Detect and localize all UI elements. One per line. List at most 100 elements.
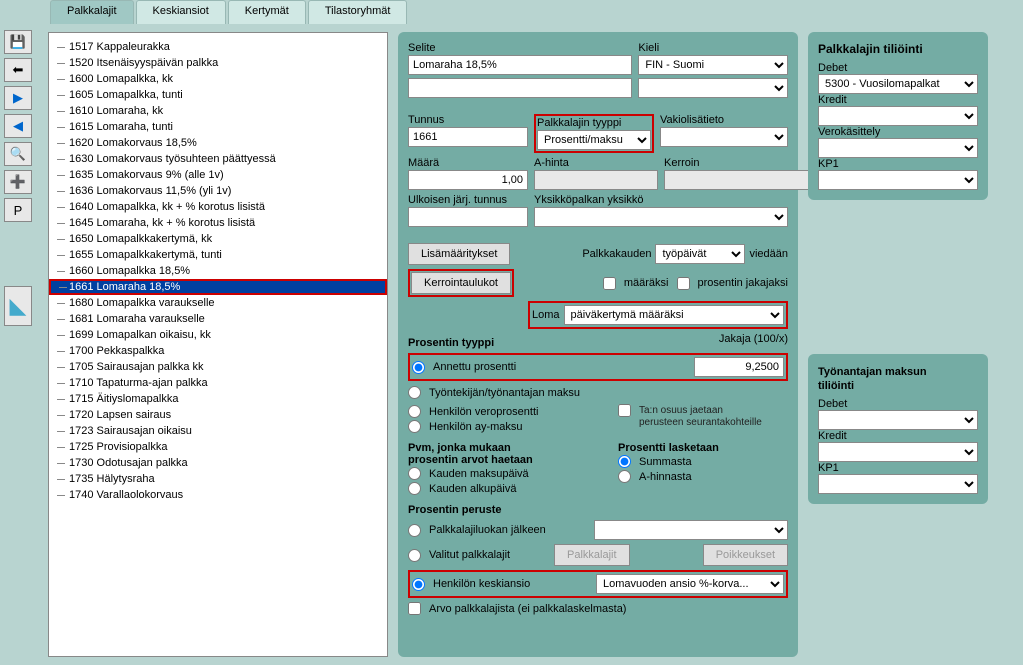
tree-item[interactable]: 1705 Sairausajan palkka kk [49, 359, 387, 375]
p-button[interactable]: P [4, 198, 32, 222]
back-button[interactable]: ⬅ [4, 58, 32, 82]
right-panel: Palkkalajin tiliöinti Debet 5300 - Vuosi… [808, 32, 988, 657]
tab-keskiansiot[interactable]: Keskiansiot [136, 0, 226, 24]
debet2-select[interactable] [818, 410, 978, 430]
tree-item[interactable]: 1740 Varallaolokorvaus [49, 487, 387, 503]
kmaksu-radio[interactable]: Kauden maksupäivä [408, 466, 612, 481]
tree-item[interactable]: 1635 Lomakorvaus 9% (alle 1v) [49, 167, 387, 183]
tree-item[interactable]: 1620 Lomakorvaus 18,5% [49, 135, 387, 151]
tunnus-input[interactable] [408, 127, 528, 147]
tree-item[interactable]: 1720 Lapsen sairaus [49, 407, 387, 423]
tree-item[interactable]: 1636 Lomakorvaus 11,5% (yli 1v) [49, 183, 387, 199]
jakaja-label: Jakaja (100/x) [719, 333, 788, 345]
forward-button[interactable]: ▶ [4, 86, 32, 110]
valitut-radio[interactable]: Valitut palkkalajit [408, 548, 548, 563]
palkkakauden-label: Palkkakauden [582, 248, 651, 260]
lisamaaritykset-button[interactable]: Lisämääritykset [408, 243, 510, 265]
taosuus-check[interactable]: Ta:n osuus jaetaan perusteen seurantakoh… [618, 404, 788, 428]
kerrointaulukot-button[interactable]: Kerrointaulukot [411, 272, 511, 294]
left-toolbar: 💾 ⬅ ▶ ◀ 🔍 ➕ P ◣ [0, 0, 40, 665]
selite-label: Selite [408, 42, 632, 54]
maara-label: Määrä [408, 157, 528, 169]
tree-item[interactable]: 1735 Hälytysraha [49, 471, 387, 487]
plkluokan-select[interactable] [594, 520, 788, 540]
tree-item[interactable]: 1715 Äitiyslomapalkka [49, 391, 387, 407]
verok-select[interactable] [818, 138, 978, 158]
tree-item[interactable]: 1700 Pekkaspalkka [49, 343, 387, 359]
salary-type-tree[interactable]: 1517 Kappaleurakka1520 Itsenäisyyspäivän… [48, 32, 388, 657]
annettu-radio[interactable]: Annettu prosentti [412, 360, 690, 375]
tree-item[interactable]: 1520 Itsenäisyyspäivän palkka [49, 55, 387, 71]
kerroin-input [664, 170, 816, 190]
kalku-radio[interactable]: Kauden alkupäivä [408, 481, 612, 496]
add-button[interactable]: ➕ [4, 170, 32, 194]
henkkeski-select[interactable]: Lomavuoden ansio %-korva... [596, 574, 784, 594]
ulk-input[interactable] [408, 207, 528, 227]
tree-item[interactable]: 1650 Lomapalkkakertymä, kk [49, 231, 387, 247]
selite-input-2[interactable] [408, 78, 632, 98]
tree-item[interactable]: 1640 Lomapalkka, kk + % korotus lisistä [49, 199, 387, 215]
kieli-select[interactable]: FIN - Suomi [638, 55, 788, 75]
vakio-select[interactable] [660, 127, 788, 147]
kredit-label: Kredit [818, 94, 847, 106]
tree-item[interactable]: 1645 Lomaraha, kk + % korotus lisistä [49, 215, 387, 231]
form-panel: Selite Kieli FIN - Suomi Tu [398, 32, 798, 657]
selite-input[interactable] [408, 55, 632, 75]
henkkeski-radio[interactable]: Henkilön keskiansio [412, 577, 592, 592]
kerroin-label: Kerroin [664, 157, 816, 169]
plktyyppi-select[interactable]: Prosentti/maksu [537, 130, 651, 150]
tree-item[interactable]: 1681 Lomaraha varaukselle [49, 311, 387, 327]
zoom-button[interactable]: 🔍 [4, 142, 32, 166]
maara-input[interactable] [408, 170, 528, 190]
tree-item[interactable]: 1710 Tapaturma-ajan palkka [49, 375, 387, 391]
tree-item[interactable]: 1660 Lomapalkka 18,5% [49, 263, 387, 279]
arvo-check[interactable]: Arvo palkkalajista (ei palkkalaskelmasta… [408, 602, 788, 615]
tree-item[interactable]: 1655 Lomapalkkakertymä, tunti [49, 247, 387, 263]
tree-item[interactable]: 1723 Sairausajan oikaisu [49, 423, 387, 439]
tree-item[interactable]: 1699 Lomapalkan oikaisu, kk [49, 327, 387, 343]
annettu-value-input[interactable] [694, 357, 784, 377]
poikkeukset-button: Poikkeukset [703, 544, 788, 566]
kieli-select-2[interactable] [638, 78, 788, 98]
tab-tilastoryhmat[interactable]: Tilastoryhmät [308, 0, 408, 24]
tree-item[interactable]: 1680 Lomapalkka varaukselle [49, 295, 387, 311]
kredit-select[interactable] [818, 106, 978, 126]
tab-palkkalajit[interactable]: Palkkalajit [50, 0, 134, 24]
kp1b-select[interactable] [818, 474, 978, 494]
tree-item[interactable]: 1517 Kappaleurakka [49, 39, 387, 55]
ulk-label: Ulkoisen järj. tunnus [408, 194, 528, 206]
tyonmaksu-radio[interactable]: Työntekijän/työnantajan maksu [408, 385, 788, 400]
debet-label: Debet [818, 62, 847, 74]
save-button[interactable]: 💾 [4, 30, 32, 54]
tree-item[interactable]: 1725 Provisiopalkka [49, 439, 387, 455]
plkluokan-radio[interactable]: Palkkalajiluokan jälkeen [408, 523, 588, 538]
tree-item[interactable]: 1600 Lomapalkka, kk [49, 71, 387, 87]
tyonantajan-title: Työnantajan maksuntiliöinti [818, 364, 978, 392]
tab-kertymat[interactable]: Kertymät [228, 0, 306, 24]
loma-label: Loma [532, 309, 560, 321]
tab-bar: Palkkalajit Keskiansiot Kertymät Tilasto… [40, 0, 1023, 24]
tree-item[interactable]: 1630 Lomakorvaus työsuhteen päättyessä [49, 151, 387, 167]
tyopaivat-select[interactable]: työpäivät [655, 244, 745, 264]
henkay-radio[interactable]: Henkilön ay-maksu [408, 419, 612, 434]
tree-item[interactable]: 1730 Odotusajan palkka [49, 455, 387, 471]
tree-item[interactable]: 1661 Lomaraha 18,5% [49, 279, 387, 295]
prostyyppi-header: Prosentin tyyppi [408, 337, 494, 349]
prev-button[interactable]: ◀ [4, 114, 32, 138]
tree-item[interactable]: 1610 Lomaraha, kk [49, 103, 387, 119]
palkkalajin-tiliointi-box: Palkkalajin tiliöinti Debet 5300 - Vuosi… [808, 32, 988, 200]
summasta-radio[interactable]: Summasta [618, 454, 788, 469]
tree-item[interactable]: 1615 Lomaraha, tunti [49, 119, 387, 135]
maaraksi-check[interactable]: määräksi [603, 277, 669, 290]
kp1-select[interactable] [818, 170, 978, 190]
yks-select[interactable] [534, 207, 788, 227]
kredit2-select[interactable] [818, 442, 978, 462]
prosjak-check[interactable]: prosentin jakajaksi [677, 277, 789, 290]
ahinnasta-radio[interactable]: A-hinnasta [618, 469, 788, 484]
debet-select[interactable]: 5300 - Vuosilomapalkat [818, 74, 978, 94]
tunnus-label: Tunnus [408, 114, 528, 126]
debet2-label: Debet [818, 398, 847, 410]
loma-select[interactable]: päiväkertymä määräksi [564, 305, 784, 325]
henkvero-radio[interactable]: Henkilön veroprosentti [408, 404, 612, 419]
tree-item[interactable]: 1605 Lomapalkka, tunti [49, 87, 387, 103]
